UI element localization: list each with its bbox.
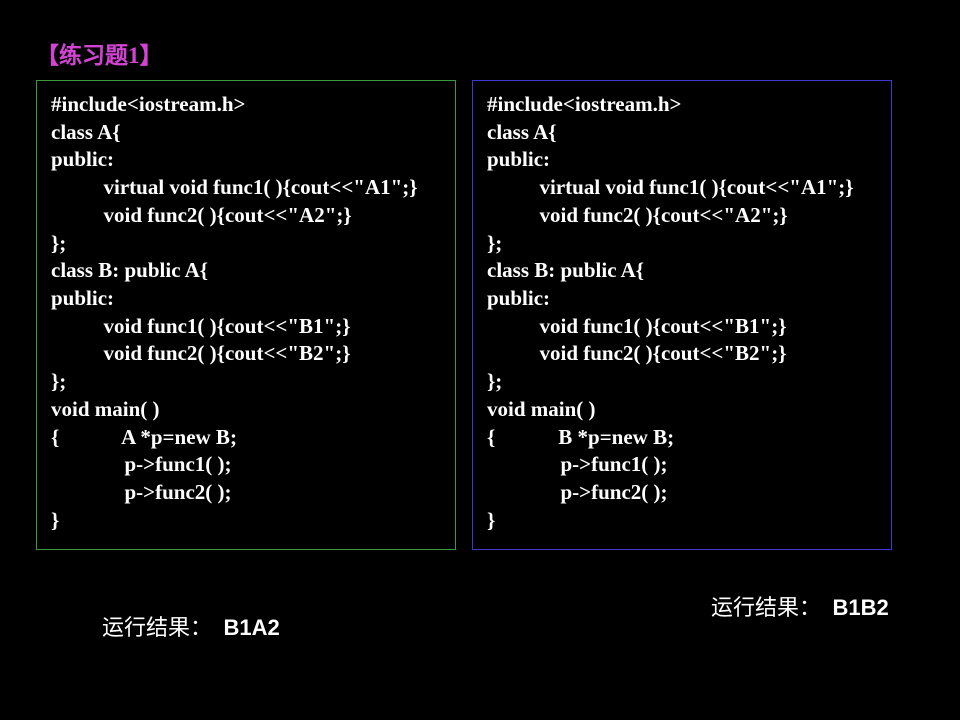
code-line: p->func1( ); <box>51 451 441 479</box>
code-line: }; <box>51 368 441 396</box>
code-line: class B: public A{ <box>487 257 877 285</box>
code-line: virtual void func1( ){cout<<"A1";} <box>51 174 441 202</box>
code-line: class A{ <box>51 119 441 147</box>
result-label-right: 运行结果： <box>711 595 821 620</box>
code-line: #include<iostream.h> <box>51 91 441 119</box>
code-line: public: <box>487 146 877 174</box>
result-left: 运行结果： B1A2 <box>102 610 280 642</box>
code-line: } <box>51 507 441 535</box>
code-line: void func1( ){cout<<"B1";} <box>51 313 441 341</box>
code-line: public: <box>51 285 441 313</box>
result-value-left: B1A2 <box>224 615 280 640</box>
code-line: #include<iostream.h> <box>487 91 877 119</box>
code-line: } <box>487 507 877 535</box>
code-line: p->func2( ); <box>487 479 877 507</box>
code-line: void func2( ){cout<<"A2";} <box>51 202 441 230</box>
code-line: class A{ <box>487 119 877 147</box>
result-label-left: 运行结果： <box>102 615 212 640</box>
result-value-right: B1B2 <box>833 595 889 620</box>
code-line: { B *p=new B; <box>487 424 877 452</box>
code-line: public: <box>487 285 877 313</box>
code-line: class B: public A{ <box>51 257 441 285</box>
result-right: 运行结果： B1B2 <box>711 590 889 622</box>
code-line: void func2( ){cout<<"B2";} <box>487 340 877 368</box>
code-line: }; <box>487 368 877 396</box>
code-line: void main( ) <box>51 396 441 424</box>
code-line: void func2( ){cout<<"A2";} <box>487 202 877 230</box>
slide-container: 【练习题1】 #include<iostream.h>class A{publi… <box>0 0 960 590</box>
code-line: p->func1( ); <box>487 451 877 479</box>
exercise-title: 【练习题1】 <box>36 36 924 70</box>
code-columns: #include<iostream.h>class A{public: virt… <box>36 80 924 550</box>
code-box-left: #include<iostream.h>class A{public: virt… <box>36 80 456 550</box>
code-line: void func1( ){cout<<"B1";} <box>487 313 877 341</box>
code-line: }; <box>487 230 877 258</box>
code-box-right: #include<iostream.h>class A{public: virt… <box>472 80 892 550</box>
code-line: void func2( ){cout<<"B2";} <box>51 340 441 368</box>
code-line: p->func2( ); <box>51 479 441 507</box>
code-line: }; <box>51 230 441 258</box>
code-line: void main( ) <box>487 396 877 424</box>
code-line: virtual void func1( ){cout<<"A1";} <box>487 174 877 202</box>
code-line: public: <box>51 146 441 174</box>
code-line: { A *p=new B; <box>51 424 441 452</box>
